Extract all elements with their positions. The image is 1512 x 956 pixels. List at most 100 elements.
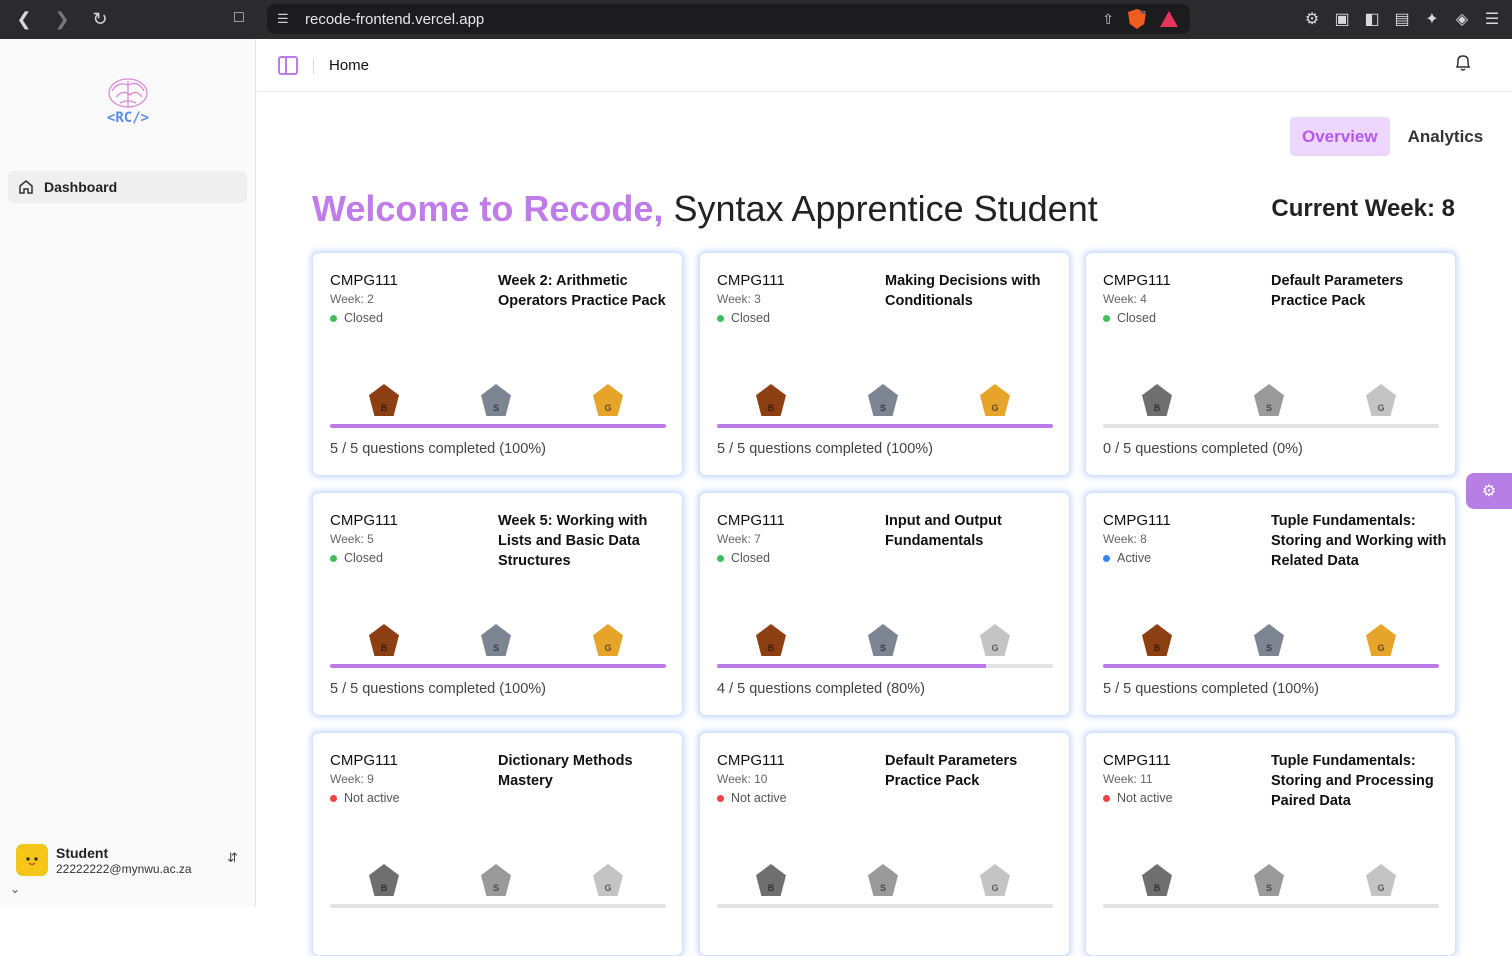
- practice-pack-card[interactable]: CMPG111 Week: 2 Closed Week 2: Arithmeti…: [312, 252, 683, 476]
- practice-pack-card[interactable]: CMPG111 Week: 8 Active Tuple Fundamental…: [1085, 492, 1456, 716]
- card-week: Week: 2: [330, 292, 374, 306]
- status-dot: [1103, 554, 1110, 562]
- bronze-badge-icon: B: [369, 384, 399, 416]
- progress-bar: [330, 424, 666, 428]
- status-badge: Active: [1103, 551, 1151, 565]
- status-dot: [1103, 794, 1110, 802]
- bronze-badge-icon: B: [756, 624, 786, 656]
- sidebar-toggle-icon[interactable]: ◧: [1364, 9, 1380, 29]
- reload-icon[interactable]: ↻: [90, 9, 110, 30]
- panel-toggle-icon[interactable]: [278, 56, 298, 75]
- course-code: CMPG111: [330, 752, 398, 769]
- forward-icon[interactable]: ❯: [52, 9, 72, 30]
- user-menu[interactable]: Student 22222222@mynwu.ac.za ⇵: [16, 842, 244, 878]
- practice-pack-card[interactable]: CMPG111 Week: 11 Not active Tuple Fundam…: [1085, 732, 1456, 956]
- card-title: Tuple Fundamentals: Storing and Working …: [1271, 513, 1447, 569]
- sidebar-item-label: Dashboard: [44, 179, 118, 195]
- practice-pack-card[interactable]: CMPG111 Week: 5 Closed Week 5: Working w…: [312, 492, 683, 716]
- wallet-icon[interactable]: ▤: [1394, 9, 1410, 29]
- badge-row: BSG: [369, 864, 627, 900]
- card-title: Week 2: Arithmetic Operators Practice Pa…: [498, 273, 666, 309]
- share-icon[interactable]: ⇧: [1102, 11, 1114, 28]
- badge-row: BSG: [1142, 624, 1400, 660]
- leo-ai-icon[interactable]: ✦: [1424, 9, 1440, 29]
- progress-text: 5 / 5 questions completed (100%): [717, 441, 934, 457]
- progress-text: 0 / 5 questions completed (0%): [1103, 441, 1303, 457]
- tab-analytics[interactable]: Analytics: [1396, 117, 1496, 156]
- chevron-down-icon[interactable]: ⌄: [10, 882, 20, 896]
- vpn-icon[interactable]: ◈: [1454, 9, 1470, 29]
- bell-icon[interactable]: [1454, 53, 1472, 73]
- gold-badge-icon: G: [593, 864, 623, 896]
- extensions-icon[interactable]: ⚙: [1304, 9, 1320, 29]
- card-week: Week: 5: [330, 532, 374, 546]
- card-week: Week: 7: [717, 532, 761, 546]
- practice-pack-card[interactable]: CMPG111 Week: 7 Closed Input and Output …: [699, 492, 1070, 716]
- site-settings-icon[interactable]: ☰: [277, 11, 295, 27]
- user-email: 22222222@mynwu.ac.za: [56, 861, 192, 876]
- tab-overview[interactable]: Overview: [1290, 117, 1390, 156]
- silver-badge-icon: S: [868, 384, 898, 416]
- settings-gear-icon[interactable]: ⚙: [1466, 473, 1512, 509]
- progress-text: 5 / 5 questions completed (100%): [1103, 681, 1320, 697]
- status-text: Closed: [1117, 311, 1156, 325]
- home-icon: [19, 180, 33, 194]
- card-week: Week: 4: [1103, 292, 1147, 306]
- recode-logo[interactable]: <RC/>: [98, 77, 158, 125]
- gold-badge-icon: G: [1366, 384, 1396, 416]
- reader-icon[interactable]: ▣: [1334, 9, 1350, 29]
- silver-badge-icon: S: [1254, 624, 1284, 656]
- gold-badge-icon: G: [980, 384, 1010, 416]
- breadcrumb: Home: [329, 57, 370, 74]
- progress-bar: [717, 424, 1053, 428]
- progress-bar: [1103, 904, 1439, 908]
- card-week: Week: 9: [330, 772, 374, 786]
- progress-text: 5 / 5 questions completed (100%): [330, 441, 547, 457]
- progress-fill: [717, 664, 986, 668]
- course-code: CMPG111: [1103, 512, 1171, 529]
- url-text[interactable]: recode-frontend.vercel.app: [305, 11, 484, 28]
- badge-row: BSG: [1142, 384, 1400, 420]
- bookmark-icon[interactable]: □: [234, 9, 244, 27]
- practice-pack-card[interactable]: CMPG111 Week: 3 Closed Making Decisions …: [699, 252, 1070, 476]
- status-text: Not active: [344, 791, 400, 805]
- card-week: Week: 3: [717, 292, 761, 306]
- address-bar[interactable]: ☰ recode-frontend.vercel.app ⇧ 1: [267, 4, 1190, 34]
- current-week: Current Week: 8: [1271, 195, 1455, 222]
- bronze-badge-icon: B: [756, 864, 786, 896]
- status-dot: [717, 314, 724, 322]
- top-bar: Home: [257, 39, 1512, 92]
- brave-rewards-icon[interactable]: [1160, 11, 1178, 27]
- card-title: Default Parameters Practice Pack: [1271, 273, 1404, 309]
- sidebar-item-dashboard[interactable]: Dashboard: [8, 171, 247, 203]
- status-badge: Not active: [330, 791, 400, 805]
- progress-bar: [330, 904, 666, 908]
- progress-text: 4 / 5 questions completed (80%): [717, 681, 925, 697]
- status-text: Not active: [731, 791, 787, 805]
- card-week: Week: 10: [717, 772, 768, 786]
- progress-fill: [330, 424, 666, 428]
- status-dot: [330, 554, 337, 562]
- progress-fill: [330, 664, 666, 668]
- bronze-badge-icon: B: [1142, 624, 1172, 656]
- badge-row: BSG: [369, 624, 627, 660]
- gold-badge-icon: G: [980, 864, 1010, 896]
- chick-avatar-icon: [26, 857, 38, 866]
- practice-pack-card[interactable]: CMPG111 Week: 10 Not active Default Para…: [699, 732, 1070, 956]
- progress-fill: [717, 424, 1053, 428]
- practice-pack-card[interactable]: CMPG111 Week: 9 Not active Dictionary Me…: [312, 732, 683, 956]
- progress-text: 5 / 5 questions completed (100%): [330, 681, 547, 697]
- menu-icon[interactable]: ☰: [1484, 9, 1500, 29]
- course-code: CMPG111: [1103, 752, 1171, 769]
- card-title: Input and Output Fundamentals: [885, 513, 1002, 549]
- chevron-updown-icon[interactable]: ⇵: [227, 850, 238, 866]
- practice-pack-card[interactable]: CMPG111 Week: 4 Closed Default Parameter…: [1085, 252, 1456, 476]
- status-badge: Closed: [330, 311, 383, 325]
- course-code: CMPG111: [717, 512, 785, 529]
- back-icon[interactable]: ❮: [14, 9, 34, 30]
- progress-bar: [1103, 664, 1439, 668]
- bronze-badge-icon: B: [1142, 864, 1172, 896]
- brave-shield-icon[interactable]: 1: [1128, 9, 1146, 29]
- silver-badge-icon: S: [481, 624, 511, 656]
- bronze-badge-icon: B: [369, 864, 399, 896]
